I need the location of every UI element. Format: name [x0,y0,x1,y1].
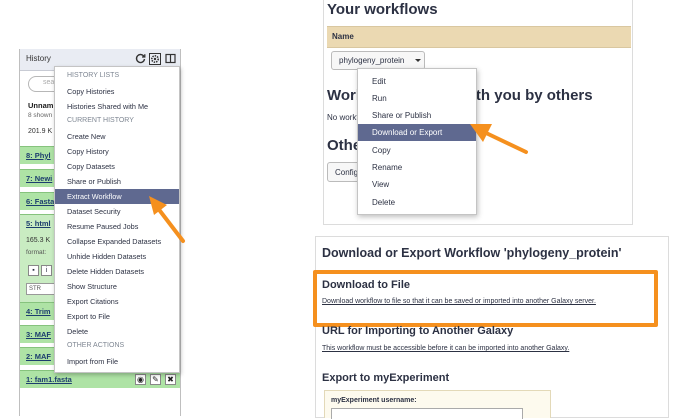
dataset-format: format: [26,249,47,256]
column-header-name: Name [332,32,354,41]
pointer-arrow-icon [149,196,185,243]
menu-item-delete-hidden[interactable]: Delete Hidden Datasets [55,264,179,279]
menu-item-copy-history[interactable]: Copy History [55,144,179,159]
columns-icon[interactable] [165,53,176,64]
menu-item-histories-shared[interactable]: Histories Shared with Me [55,99,179,114]
menu-item-export-to-file[interactable]: Export to File [55,309,179,324]
dataset-title[interactable]: 4: Trim [26,307,51,316]
menu-item-export-citations[interactable]: Export Citations [55,294,179,309]
menu-item-run[interactable]: Run [358,90,476,107]
history-shown-count: 8 shown [28,112,53,119]
download-export-panel: Download or Export Workflow 'phylogeny_p… [313,236,669,419]
info-icon[interactable]: i [41,265,52,276]
menu-item-delete[interactable]: Delete [55,324,179,339]
menu-item-show-structure[interactable]: Show Structure [55,279,179,294]
menu-item-create-new[interactable]: Create New [55,129,179,144]
menu-section-header: Other Actions [67,342,125,349]
menu-item-unhide-hidden[interactable]: Unhide Hidden Datasets [55,249,179,264]
pencil-icon[interactable]: ✎ [150,374,161,385]
menu-item-edit[interactable]: Edit [358,73,476,90]
gear-icon[interactable] [149,53,161,65]
dataset-title[interactable]: 5: html [26,219,51,228]
dataset-title[interactable]: 8: Phyl [26,151,51,160]
menu-section-header: History Lists [67,72,120,79]
myexperiment-form: myExperiment username: [324,390,551,419]
eye-icon[interactable]: ◉ [135,374,146,385]
page-title: Your workflows [327,1,438,18]
download-page-title: Download or Export Workflow 'phylogeny_p… [322,246,622,260]
dataset-title[interactable]: 2: MAF [26,352,51,361]
pointer-arrow-icon [470,124,528,154]
menu-item-delete[interactable]: Delete [358,194,476,211]
download-file-link[interactable]: Download workflow to file so that it can… [322,298,596,305]
menu-item-view[interactable]: View [358,176,476,193]
caret-down-icon [415,59,421,62]
myexperiment-username-input[interactable] [331,408,523,419]
menu-item-download-export[interactable]: Download or Export [358,124,476,141]
dataset-title[interactable]: 6: Fasta [26,197,54,206]
download-to-file-title: Download to File [322,279,410,291]
history-size: 201.9 K [28,128,53,135]
save-icon[interactable]: ▪ [28,265,39,276]
menu-item-share-publish[interactable]: Share or Publish [55,174,179,189]
menu-item-copy[interactable]: Copy [358,142,476,159]
workflow-options-menu: Edit Run Share or Publish Download or Ex… [357,68,477,215]
workflow-name: phylogeny_protein [339,56,405,65]
table-header: Name [327,26,631,48]
dataset-title[interactable]: 1: fam1.fasta [26,375,72,384]
refresh-icon[interactable] [135,53,146,64]
dataset-size: 165.3 K [26,237,51,244]
import-url-title: URL for Importing to Another Galaxy [322,325,514,337]
history-name[interactable]: Unnam [28,101,53,110]
menu-section-header: Current History [67,117,134,124]
menu-item-copy-datasets[interactable]: Copy Datasets [55,159,179,174]
delete-icon[interactable]: ✖ [165,374,176,385]
menu-item-import-from-file[interactable]: Import from File [55,354,179,369]
import-url-text[interactable]: This workflow must be accessible before … [322,345,569,352]
history-title: History [26,54,51,63]
dataset-title[interactable]: 3: MAF [26,330,51,339]
myexperiment-title: Export to myExperiment [322,372,450,384]
menu-item-copy-histories[interactable]: Copy Histories [55,84,179,99]
dataset-title[interactable]: 7: Newi [26,174,52,183]
menu-item-rename[interactable]: Rename [358,159,476,176]
myexperiment-username-label: myExperiment username: [331,397,417,404]
menu-item-share-publish[interactable]: Share or Publish [358,107,476,124]
